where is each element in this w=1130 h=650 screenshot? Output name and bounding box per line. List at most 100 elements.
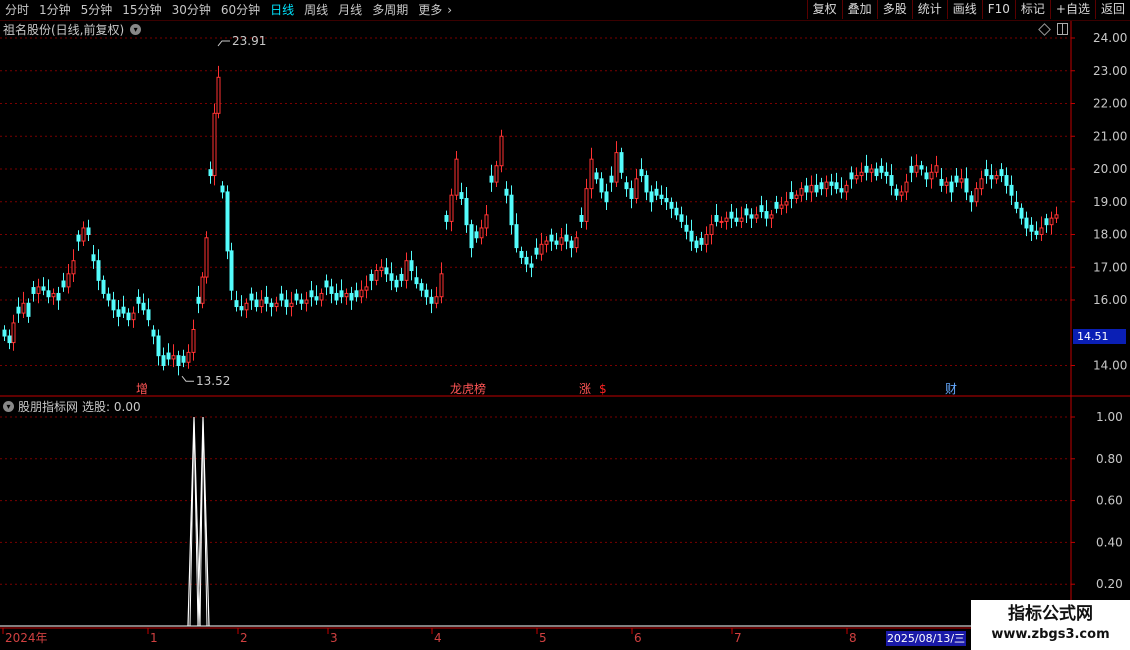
candle-body: [309, 290, 314, 298]
candle-body: [304, 299, 309, 304]
candle-body: [669, 201, 674, 209]
candle-body: [869, 168, 874, 173]
price-axis-label: 21.00: [1093, 129, 1127, 143]
candle-body: [789, 192, 794, 199]
candle-body: [101, 279, 106, 294]
candle-body: [220, 185, 225, 193]
candle-body: [964, 178, 969, 193]
candle-body: [239, 306, 244, 311]
candle-body: [1039, 227, 1044, 235]
candle-body: [604, 191, 609, 203]
candle-body: [81, 227, 86, 242]
candle-body: [884, 171, 889, 177]
date-axis-label: 6: [634, 631, 642, 645]
candle-body: [644, 175, 649, 193]
date-axis-label: 5: [539, 631, 547, 645]
candle-body: [594, 172, 599, 180]
candle-body: [559, 237, 564, 245]
watermark-title: 指标公式网: [1008, 604, 1093, 624]
candle-body: [274, 302, 279, 308]
high-pointer: [217, 40, 230, 47]
candle-body: [889, 175, 894, 186]
candle-body: [7, 335, 12, 344]
candle-body: [414, 277, 419, 285]
candle-body: [689, 230, 694, 242]
candle-body: [549, 234, 554, 242]
candle-body: [344, 292, 349, 298]
candle-body: [444, 215, 449, 222]
candle-body: [339, 290, 344, 298]
candle-body: [529, 263, 534, 268]
candle-body: [589, 158, 594, 190]
candle-body: [914, 165, 919, 173]
candle-body: [359, 289, 364, 298]
candle-body: [389, 273, 394, 281]
candle-body: [839, 188, 844, 193]
candle-body: [564, 234, 569, 242]
candle-body: [854, 175, 859, 180]
candle-body: [849, 172, 854, 180]
date-axis-label: 1: [150, 631, 158, 645]
kline-chart[interactable]: 24.0023.0022.0021.0020.0019.0018.0017.00…: [0, 0, 1130, 650]
candle-body: [934, 165, 939, 173]
candle-body: [929, 171, 934, 180]
candle-body: [319, 292, 324, 301]
price-axis-label: 22.00: [1093, 97, 1127, 111]
candle-body: [759, 205, 764, 213]
candle-body: [419, 283, 424, 291]
candle-body: [71, 260, 76, 275]
candle-body: [26, 302, 31, 317]
candle-body: [574, 237, 579, 249]
candle-body: [294, 293, 299, 301]
candle-body: [126, 312, 131, 321]
candle-body: [216, 76, 221, 114]
candle-body: [879, 165, 884, 173]
chevron-down-icon[interactable]: ▾: [3, 400, 14, 412]
candle-body: [749, 214, 754, 219]
candle-body: [769, 214, 774, 219]
price-axis-label: 14.00: [1093, 359, 1127, 373]
candle-body: [11, 322, 16, 344]
candle-body: [51, 292, 56, 298]
candle-body: [494, 165, 499, 183]
candle-body: [204, 237, 209, 278]
candle-body: [544, 240, 549, 245]
candle-body: [784, 201, 789, 206]
candle-body: [1009, 184, 1014, 196]
candle-body: [91, 254, 96, 262]
event-marker: 涨: [579, 381, 591, 396]
candle-body: [349, 292, 354, 301]
candle-body: [111, 299, 116, 311]
candle-body: [36, 286, 41, 294]
candle-body: [284, 299, 289, 308]
candle-body: [809, 184, 814, 193]
candle-body: [709, 224, 714, 236]
cursor-date-tag: 2025/08/13/三: [886, 631, 966, 646]
candle-body: [156, 335, 161, 357]
candle-body: [186, 351, 191, 363]
candle-body: [734, 217, 739, 222]
date-axis-label: 7: [734, 631, 742, 645]
candle-body: [434, 296, 439, 304]
candle-body: [629, 188, 634, 199]
candle-body: [234, 300, 239, 308]
candle-body: [384, 267, 389, 275]
low-pointer: [181, 375, 194, 382]
candle-body: [181, 355, 186, 363]
candle-body: [919, 165, 924, 170]
candle-body: [249, 293, 254, 301]
candle-body: [191, 328, 196, 353]
candle-body: [449, 194, 454, 222]
candle-body: [464, 197, 469, 226]
candle-body: [439, 273, 444, 298]
event-marker: 增: [136, 382, 148, 396]
candle-body: [699, 237, 704, 245]
candle-body: [794, 194, 799, 199]
price-axis-label: 24.00: [1093, 31, 1127, 45]
current-price-tag: 14.51: [1073, 329, 1126, 344]
candle-body: [16, 306, 21, 314]
candle-body: [399, 273, 404, 281]
candle-body: [208, 169, 213, 177]
candle-body: [479, 227, 484, 239]
candle-body: [1004, 175, 1009, 186]
